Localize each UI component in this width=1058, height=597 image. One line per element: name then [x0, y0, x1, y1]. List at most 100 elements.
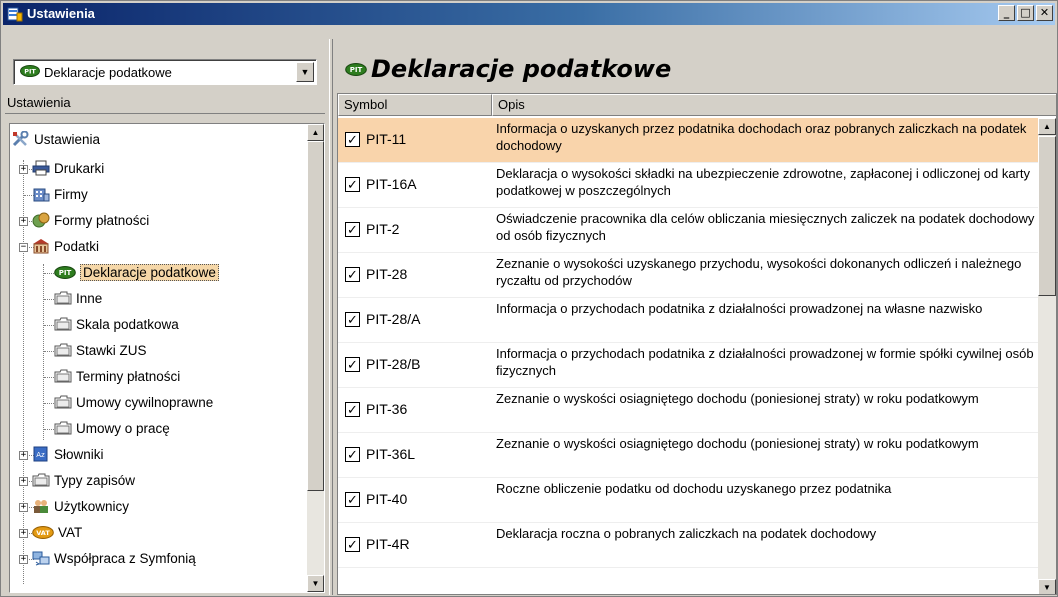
tree-node-terminy-platnosci[interactable]: Terminy płatności: [54, 364, 180, 390]
table-row[interactable]: ✓ PIT-11 Informacja o uzyskanych przez pod…: [338, 118, 1040, 163]
settings-app-icon: [7, 7, 23, 22]
tree-node-label: Umowy o pracę: [76, 421, 170, 436]
scroll-up-icon[interactable]: ▲: [1038, 118, 1056, 135]
row-description: Zeznanie o wyskości osiagniętego dochodu…: [496, 436, 979, 451]
svg-text:PIT: PIT: [24, 68, 36, 76]
tree-node-label: Umowy cywilnoprawne: [76, 395, 214, 410]
left-pane: PIT Deklaracje podatkowe ▼ Ustawienia Us…: [5, 41, 325, 595]
scroll-down-icon[interactable]: ▼: [1038, 579, 1056, 594]
row-checkbox[interactable]: ✓: [345, 267, 360, 282]
scroll-up-icon[interactable]: ▲: [307, 124, 324, 141]
collapse-icon[interactable]: −: [19, 243, 28, 252]
expand-icon[interactable]: +: [19, 555, 28, 564]
row-description: Oświadczenie pracownika dla celów oblicz…: [496, 211, 1035, 243]
scrollbar-thumb[interactable]: [1038, 136, 1056, 296]
row-symbol: PIT-40: [366, 491, 408, 507]
maximize-button[interactable]: □: [1017, 5, 1034, 21]
tree-node-inne[interactable]: Inne: [54, 286, 102, 312]
folder-icon: [32, 473, 50, 487]
company-icon: [33, 188, 50, 202]
table-row[interactable]: ✓ PIT-28 Zeznanie o wysokości uzyskanego p…: [338, 253, 1040, 298]
chevron-down-icon[interactable]: ▼: [296, 62, 314, 82]
settings-window: Ustawienia _ □ ✕ PIT Deklaracje podatkow…: [0, 0, 1058, 597]
pit-icon: PIT: [54, 265, 76, 279]
table-row[interactable]: ✓ PIT-28/A Informacja o przychodach podatn…: [338, 298, 1040, 343]
expand-icon[interactable]: +: [19, 451, 28, 460]
section-combobox[interactable]: PIT Deklaracje podatkowe ▼: [13, 59, 317, 85]
table-row[interactable]: ✓ PIT-4R Deklaracja roczna o pobranych zal…: [338, 523, 1040, 568]
tree-node-firmy[interactable]: Firmy: [32, 182, 88, 208]
row-symbol: PIT-4R: [366, 536, 410, 552]
row-checkbox[interactable]: ✓: [345, 402, 360, 417]
expand-icon[interactable]: +: [19, 217, 28, 226]
close-button[interactable]: ✕: [1036, 5, 1053, 21]
tree-connector: [43, 264, 44, 440]
scrollbar-thumb[interactable]: [307, 141, 324, 491]
pit-icon: PIT: [345, 63, 367, 76]
tree-node-umowy-o-prace[interactable]: Umowy o pracę: [54, 416, 170, 442]
table-row[interactable]: ✓ PIT-36 Zeznanie o wyskości osiagniętego …: [338, 388, 1040, 433]
row-symbol: PIT-36: [366, 401, 408, 417]
tree-scrollbar[interactable]: ▲ ▼: [307, 124, 324, 592]
pit-icon: PIT: [20, 65, 40, 77]
tree-node-label: Typy zapisów: [54, 473, 136, 488]
minimize-button[interactable]: _: [998, 5, 1015, 21]
tree-node-wspolpraca[interactable]: Współpraca z Symfonią: [32, 546, 196, 572]
svg-text:Az: Az: [36, 451, 45, 459]
row-description: Deklaracja roczna o pobranych zaliczkach…: [496, 526, 877, 541]
tree-node-formy-platnosci[interactable]: Formy płatności: [32, 208, 149, 234]
tree-node-deklaracje-podatkowe[interactable]: PIT Deklaracje podatkowe: [54, 260, 219, 286]
tree-node-ustawienia[interactable]: Ustawienia: [12, 127, 100, 153]
row-checkbox[interactable]: ✓: [345, 222, 360, 237]
title-bar[interactable]: Ustawienia _ □ ✕: [3, 3, 1055, 25]
folder-icon: [54, 369, 72, 383]
row-checkbox[interactable]: ✓: [345, 312, 360, 327]
row-checkbox[interactable]: ✓: [345, 177, 360, 192]
table-scrollbar[interactable]: ▲ ▼: [1038, 118, 1056, 594]
table-row[interactable]: ✓ PIT-36L Zeznanie o wyskości osiagniętego…: [338, 433, 1040, 478]
row-description: Informacja o uzyskanych przez podatnika …: [496, 121, 1027, 153]
table-row[interactable]: ✓ PIT-2 Oświadczenie pracownika dla celów …: [338, 208, 1040, 253]
column-header-desc[interactable]: Opis: [492, 94, 1056, 116]
row-symbol: PIT-28/A: [366, 311, 421, 327]
pane-splitter[interactable]: [329, 39, 333, 595]
building-icon: [33, 239, 49, 254]
right-pane: PIT Deklaracje podatkowe Symbol Opis ✓ PI…: [335, 41, 1057, 595]
tree-node-stawki-zus[interactable]: Stawki ZUS: [54, 338, 147, 364]
expand-icon[interactable]: +: [19, 477, 28, 486]
tree-section-label: Ustawienia: [7, 95, 71, 110]
tree-node-podatki[interactable]: Podatki: [32, 234, 99, 260]
row-checkbox[interactable]: ✓: [345, 537, 360, 552]
scroll-down-icon[interactable]: ▼: [307, 575, 324, 592]
expand-icon[interactable]: +: [19, 503, 28, 512]
svg-text:VAT: VAT: [36, 529, 50, 537]
tree-node-skala-podatkowa[interactable]: Skala podatkowa: [54, 312, 179, 338]
page-title: Deklaracje podatkowe: [371, 55, 672, 83]
table-row[interactable]: ✓ PIT-16A Deklaracja o wysokości składki n…: [338, 163, 1040, 208]
row-symbol: PIT-16A: [366, 176, 417, 192]
tree-node-vat[interactable]: VAT VAT: [32, 520, 82, 546]
tree-node-label: VAT: [58, 525, 83, 540]
tree-node-label: Stawki ZUS: [76, 343, 147, 358]
tree-node-uzytkownicy[interactable]: Użytkownicy: [32, 494, 129, 520]
expand-icon[interactable]: +: [19, 165, 28, 174]
row-checkbox[interactable]: ✓: [345, 357, 360, 372]
table-row[interactable]: ✓ PIT-40 Roczne obliczenie podatku od doch…: [338, 478, 1040, 523]
tree-node-typy-zapisow[interactable]: Typy zapisów: [32, 468, 135, 494]
tree-node-slowniki[interactable]: Az Słowniki: [32, 442, 104, 468]
row-checkbox[interactable]: ✓: [345, 492, 360, 507]
window-title: Ustawienia: [27, 6, 95, 21]
row-checkbox[interactable]: ✓: [345, 447, 360, 462]
tree-node-label: Słowniki: [54, 447, 104, 462]
expand-icon[interactable]: +: [19, 529, 28, 538]
tree-node-label: Skala podatkowa: [76, 317, 179, 332]
settings-tree[interactable]: Ustawienia + Drukarki Firmy + Formy płat…: [9, 123, 325, 593]
row-checkbox[interactable]: ✓: [345, 132, 360, 147]
tree-node-drukarki[interactable]: Drukarki: [32, 156, 104, 182]
folder-icon: [54, 343, 72, 357]
tree-node-umowy-cywilnoprawne[interactable]: Umowy cywilnoprawne: [54, 390, 213, 416]
column-header-symbol[interactable]: Symbol: [338, 94, 492, 116]
row-description: Zeznanie o wyskości osiagniętego dochodu…: [496, 391, 979, 406]
table-row[interactable]: ✓ PIT-28/B Informacja o przychodach podatn…: [338, 343, 1040, 388]
row-symbol: PIT-36L: [366, 446, 416, 462]
